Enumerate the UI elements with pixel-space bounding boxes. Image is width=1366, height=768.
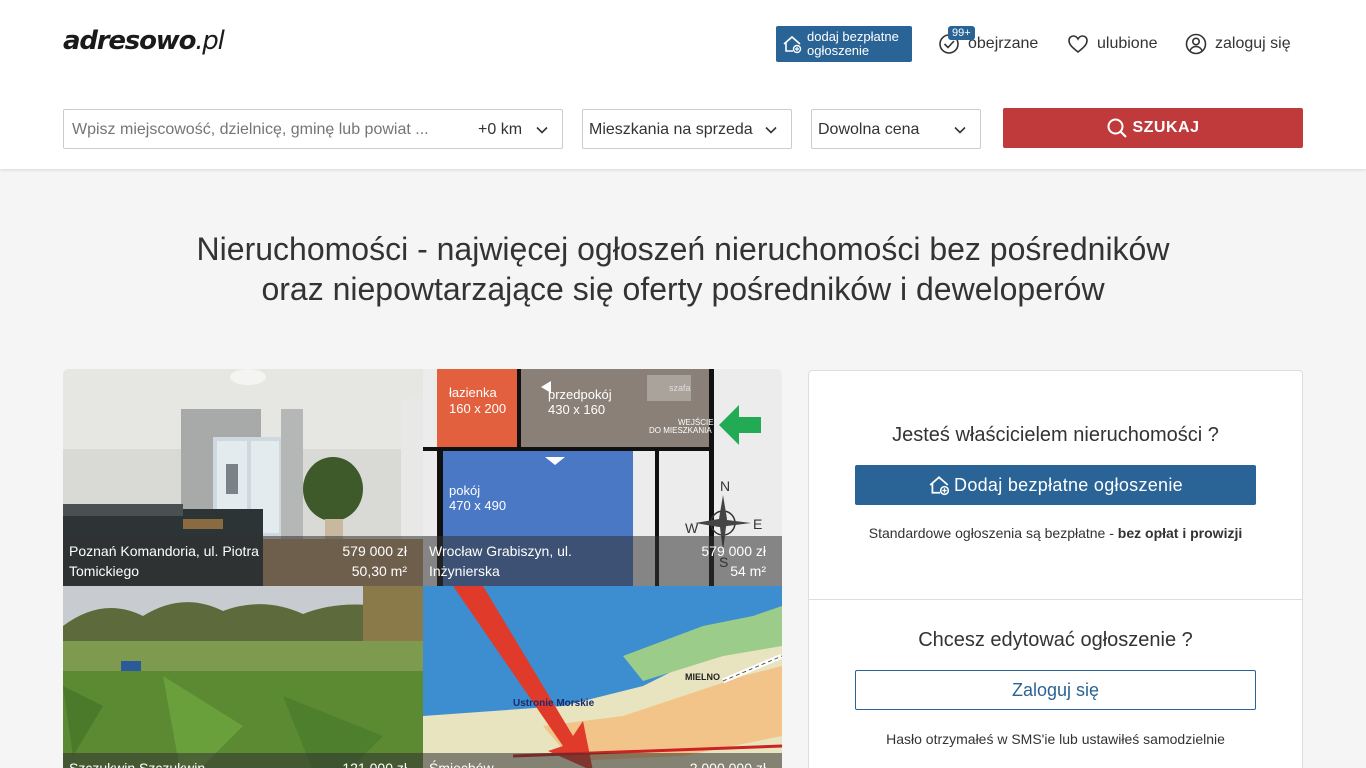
listing-location: Szczukwin Szczukwin [69, 760, 206, 768]
add-listing-button[interactable]: dodaj bezpłatne ogłoszenie [776, 26, 912, 62]
floorplan-label: DO MIESZKANIA [649, 426, 712, 435]
nav-favorites-label: ulubione [1097, 35, 1158, 52]
floorplan-label: szafa [669, 383, 691, 393]
user-circle-icon [1185, 33, 1207, 55]
chevron-down-icon [765, 126, 777, 134]
price-select[interactable]: Dowolna cena [811, 109, 981, 149]
listing-location: Poznań Komandoria, ul. Piotra Tomickiego [69, 543, 259, 579]
listing-card[interactable]: Poznań Komandoria, ul. Piotra Tomickiego… [63, 369, 423, 586]
owner-question: Jesteś właścicielem nieruchomości ? [892, 424, 1219, 446]
compass-label: N [720, 478, 730, 494]
listing-location: Śmiechów [429, 760, 494, 768]
listing-caption: Poznań Komandoria, ul. Piotra Tomickiego… [63, 536, 423, 586]
property-type-value: Mieszkania na sprzedaż [589, 121, 753, 138]
listing-caption: Szczukwin Szczukwin 121 000 zł [63, 753, 423, 768]
chevron-down-icon [954, 126, 966, 134]
search-button-label: SZUKAJ [1132, 119, 1200, 136]
compass-label: W [685, 520, 699, 536]
nav-viewed-label: obejrzane [968, 35, 1039, 52]
search-button[interactable]: SZUKAJ [1003, 108, 1303, 148]
listing-caption: Śmiechów 2 000 000 zł [423, 753, 782, 768]
radius-select[interactable]: +0 km [478, 121, 522, 139]
nav-favorites[interactable]: ulubione [1067, 30, 1158, 58]
floorplan-label: łazienka [449, 385, 497, 400]
chevron-down-icon[interactable] [534, 122, 550, 138]
listing-photo-field [63, 586, 423, 768]
location-placeholder: Wpisz miejscowość, dzielnicę, gminę lub … [72, 121, 429, 138]
viewed-count-badge: 99+ [948, 26, 975, 40]
free-listing-note: Standardowe ogłoszenia są bezpłatne - be… [868, 525, 1243, 541]
listing-caption: Wrocław Grabiszyn, ul. Inżynierska 579 0… [423, 536, 782, 586]
nav-viewed[interactable]: 99+ obejrzane [938, 26, 1039, 58]
site-logo[interactable]: adresowo.pl [63, 26, 225, 56]
featured-listings-grid: Poznań Komandoria, ul. Piotra Tomickiego… [63, 369, 782, 768]
panel-divider [809, 599, 1302, 600]
listing-location: Wrocław Grabiszyn, ul. Inżynierska [429, 543, 572, 579]
search-icon [1107, 118, 1128, 138]
listing-price: 579 000 zł 54 m² [701, 543, 766, 579]
add-free-listing-button[interactable]: Dodaj bezpłatne ogłoszenie [855, 465, 1256, 505]
floorplan-label: 470 x 490 [449, 498, 506, 513]
page-title: Nieruchomości - najwięcej ogłoszeń nieru… [196, 231, 1170, 307]
edit-question: Chcesz edytować ogłoszenie ? [918, 629, 1193, 651]
listing-card[interactable]: Ustronie Morskie MIELNO Śmiechów 2 000 0… [423, 586, 782, 768]
floorplan-label: 430 x 160 [548, 402, 605, 417]
listing-card[interactable]: Szczukwin Szczukwin 121 000 zł [63, 586, 423, 768]
listing-price: 2 000 000 zł [689, 760, 766, 768]
listing-price: 121 000 zł [342, 760, 407, 768]
nav-login[interactable]: zaloguj się [1185, 30, 1291, 58]
map-town-label: Ustronie Morskie [513, 698, 595, 709]
nav-login-label: zaloguj się [1215, 35, 1291, 52]
login-button[interactable]: Zaloguj się [855, 670, 1256, 710]
compass-label: E [753, 516, 762, 532]
location-search-input[interactable]: Wpisz miejscowość, dzielnicę, gminę lub … [63, 109, 563, 149]
add-listing-label: dodaj bezpłatne ogłoszenie [807, 29, 899, 58]
listing-price: 579 000 zł 50,30 m² [342, 543, 407, 579]
heart-icon [1068, 35, 1088, 54]
house-plus-icon [929, 476, 950, 496]
listing-photo-map: Ustronie Morskie MIELNO [423, 586, 782, 768]
add-free-listing-label: Dodaj bezpłatne ogłoszenie [954, 474, 1183, 495]
password-note: Hasło otrzymałeś w SMS'ie lub ustawiłeś … [886, 731, 1225, 747]
floorplan-label: pokój [449, 483, 480, 498]
property-type-select[interactable]: Mieszkania na sprzedaż [582, 109, 792, 149]
map-town-label: MIELNO [685, 672, 720, 682]
listing-card[interactable]: łazienka 160 x 200 przedpokój 430 x 160 … [423, 369, 782, 586]
price-value: Dowolna cena [818, 121, 920, 138]
floorplan-label: 160 x 200 [449, 401, 506, 416]
floorplan-label: przedpokój [548, 387, 612, 402]
owner-panel: Jesteś właścicielem nieruchomości ? Doda… [808, 370, 1303, 768]
site-header: adresowo.pl dodaj bezpłatne ogłoszenie 9… [0, 0, 1366, 169]
house-plus-icon [783, 35, 802, 54]
